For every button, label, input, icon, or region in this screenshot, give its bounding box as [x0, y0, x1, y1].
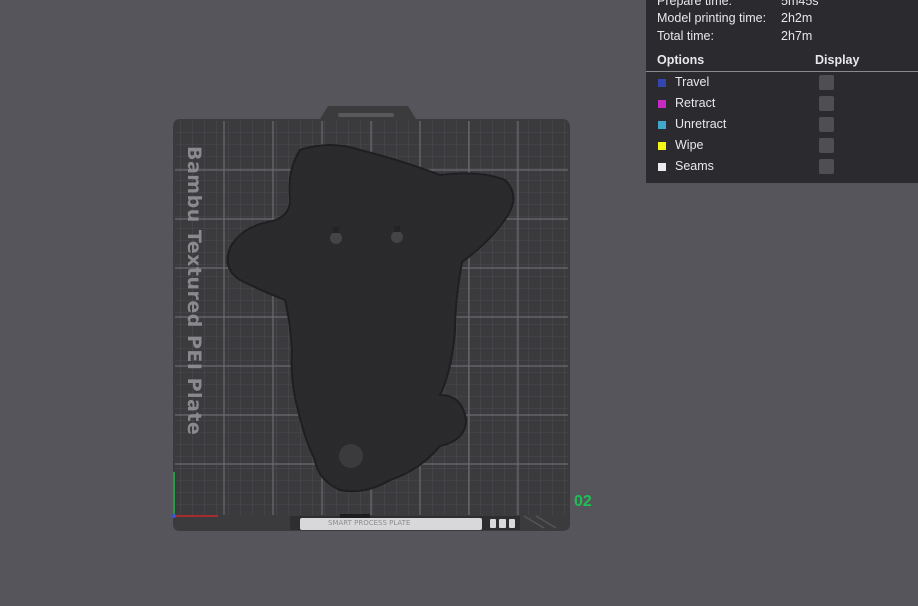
prepare-time-row: Prepare time: 5m45s: [657, 0, 907, 9]
model-printing-time-label: Model printing time:: [657, 11, 767, 25]
option-label-travel: Travel: [675, 75, 710, 89]
travel-color-swatch: [658, 79, 666, 87]
option-label-unretract: Unretract: [675, 117, 727, 131]
option-row-travel[interactable]: Travel: [646, 72, 918, 93]
option-row-unretract[interactable]: Unretract: [646, 114, 918, 135]
model-printing-time-row: Model printing time: 2h2m: [657, 10, 907, 26]
total-time-row: Total time: 2h7m: [657, 28, 907, 44]
options-header-label: Options: [657, 53, 705, 67]
prepare-time-label: Prepare time:: [657, 0, 733, 8]
gcode-legend-panel: Prepare time: 5m45s Model printing time:…: [646, 0, 918, 183]
plate-bottom-label: SMART PROCESS PLATE: [300, 518, 482, 530]
model-printing-time-value: 2h2m: [781, 11, 813, 25]
option-row-seams[interactable]: Seams: [646, 156, 918, 177]
option-label-seams: Seams: [675, 159, 714, 173]
prepare-time-value: 5m45s: [781, 0, 819, 8]
plate-number: 02: [574, 493, 592, 510]
option-row-retract[interactable]: Retract: [646, 93, 918, 114]
retract-display-checkbox[interactable]: [819, 96, 834, 111]
option-row-wipe[interactable]: Wipe: [646, 135, 918, 156]
option-label-wipe: Wipe: [675, 138, 704, 152]
seams-color-swatch: [658, 163, 666, 171]
3d-viewport[interactable]: Bambu Textured PEI Plate SMART PROCESS P…: [0, 0, 918, 606]
total-time-value: 2h7m: [781, 29, 813, 43]
plate-name-text: Bambu Textured PEI Plate: [183, 146, 205, 435]
unretract-display-checkbox[interactable]: [819, 117, 834, 132]
option-label-retract: Retract: [675, 96, 716, 110]
travel-display-checkbox[interactable]: [819, 75, 834, 90]
options-header: Options Display: [646, 50, 918, 70]
display-header-label: Display: [815, 53, 860, 67]
total-time-label: Total time:: [657, 29, 714, 43]
plate-bottom-label-text: SMART PROCESS PLATE: [328, 519, 411, 527]
unretract-color-swatch: [658, 121, 666, 129]
seams-display-checkbox[interactable]: [819, 159, 834, 174]
wipe-display-checkbox[interactable]: [819, 138, 834, 153]
retract-color-swatch: [658, 100, 666, 108]
wipe-color-swatch: [658, 142, 666, 150]
